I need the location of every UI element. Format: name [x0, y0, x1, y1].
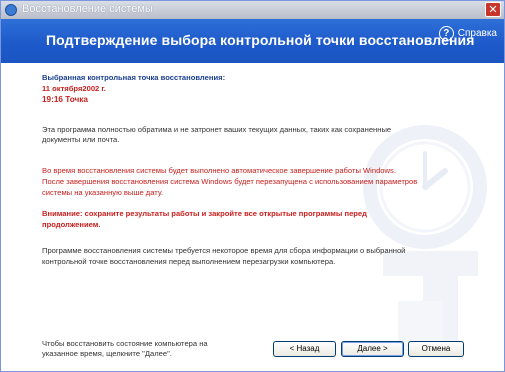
restore-point-label: Выбранная контрольная точка восстановлен…	[42, 73, 226, 82]
window-title: Восстановление системы	[22, 3, 153, 15]
wizard-content: Выбранная контрольная точка восстановлен…	[1, 63, 504, 371]
shutdown-info-line2: После завершения восстановления система …	[42, 177, 418, 186]
warning-line2: продолжением.	[42, 220, 101, 229]
title-bar[interactable]: Восстановление системы ✕	[1, 1, 504, 19]
info-text-line1: Программе восстановления системы требует…	[42, 246, 406, 255]
back-button[interactable]: < Назад	[273, 341, 336, 357]
shutdown-info-line3: системы на указанную выше дату.	[42, 188, 163, 197]
restore-point-date: 11 октября2002 г.	[42, 84, 106, 93]
help-icon: ?	[438, 25, 454, 41]
help-link[interactable]: ? Справка	[438, 25, 497, 41]
reversibility-text-line1: Эта программа полностью обратима и не за…	[42, 125, 392, 134]
help-label: Справка	[457, 27, 497, 39]
footer-instruction-line2: указанное время, щелкните "Далее".	[42, 349, 172, 358]
cancel-button[interactable]: Отмена	[408, 341, 464, 357]
warning-line1: Внимание: сохраните результаты работы и …	[42, 209, 367, 218]
wizard-header: Подтверждение выбора контрольной точки в…	[1, 19, 504, 63]
next-button[interactable]: Далее >	[341, 341, 404, 357]
info-text-line2: контрольной точке восстановления перед в…	[42, 257, 336, 266]
system-restore-icon	[5, 4, 17, 16]
reversibility-text-line2: документы или почта.	[42, 135, 120, 144]
system-restore-window: Восстановление системы ✕ Подтверждение в…	[0, 0, 505, 372]
footer-instruction-line1: Чтобы восстановить состояние компьютера …	[42, 339, 208, 348]
restore-point-time: 19:16 Точка	[42, 95, 88, 104]
close-button[interactable]: ✕	[485, 2, 501, 17]
shutdown-info-line1: Во время восстановления системы будет вы…	[42, 166, 396, 175]
page-title: Подтверждение выбора контрольной точки в…	[46, 32, 475, 48]
clock-watermark-icon	[363, 125, 487, 351]
